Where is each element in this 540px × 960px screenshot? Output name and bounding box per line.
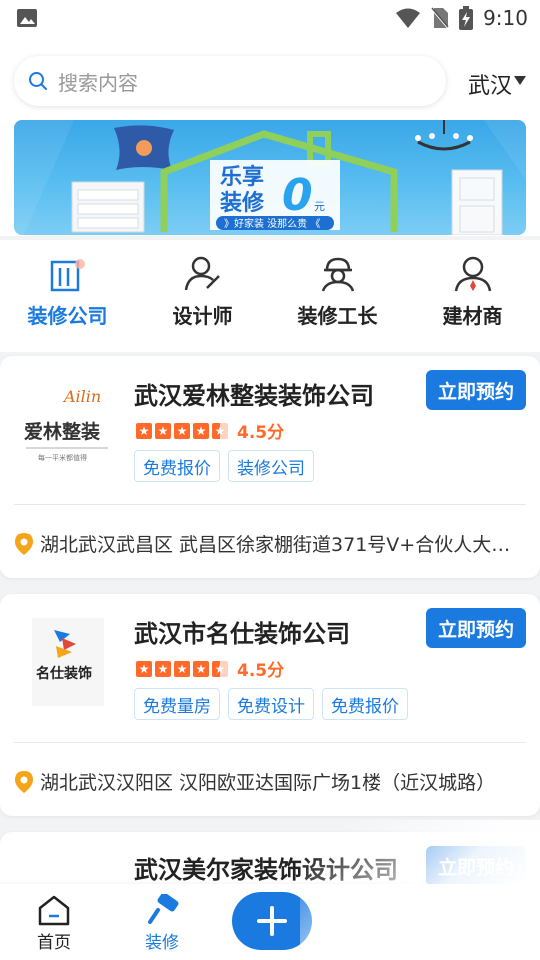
svg-text:装修: 装修 <box>220 190 265 216</box>
category-renovation-company[interactable]: 装修公司 <box>0 240 135 352</box>
door-graphic <box>451 169 503 235</box>
company-address[interactable]: 湖北武汉汉阳区 汉阳欧亚达国际广场1楼（近汉城路） <box>14 768 526 795</box>
promo-banner[interactable]: 乐享 装修 0 元 》好家装 没那么贵 《 <box>14 120 526 235</box>
company-card[interactable]: Ailin 爱林整装 每一平米都值得 武汉爱林整装装饰公司 立即预约 ★ ★ ★… <box>0 356 540 578</box>
svg-text:》好家装 没那么贵 《: 》好家装 没那么贵 《 <box>224 217 320 230</box>
battery-charging-icon <box>459 6 474 30</box>
divider <box>14 742 526 743</box>
status-bar: 9:10 <box>0 0 540 36</box>
nav-label: 装修 <box>145 933 179 953</box>
search-icon <box>29 72 47 90</box>
rating-score: 4.5分 <box>237 661 285 681</box>
svg-text:0: 0 <box>282 170 313 221</box>
city-name: 武汉 <box>468 74 513 99</box>
wifi-icon <box>396 8 421 28</box>
svg-text:爱林整装: 爱林整装 <box>24 420 100 443</box>
book-now-button[interactable]: 立即预约 <box>426 370 526 410</box>
category-label: 建材商 <box>442 304 503 328</box>
nav-label: 首页 <box>37 933 71 953</box>
star-icon: ★ <box>174 660 190 677</box>
book-now-button[interactable]: 立即预约 <box>426 846 526 886</box>
star-icon: ★ <box>193 660 209 677</box>
chandelier-graphic <box>415 120 473 151</box>
company-logo: 名仕装饰 <box>18 612 114 708</box>
building-icon <box>50 259 85 292</box>
no-sim-icon <box>431 7 449 29</box>
star-icon: ★ <box>136 660 152 677</box>
company-name[interactable]: 武汉爱林整装装饰公司 <box>134 376 374 411</box>
service-tag: 免费报价 <box>134 450 220 482</box>
banner-artwork: 乐享 装修 0 元 》好家装 没那么贵 《 <box>14 120 526 235</box>
location-pin-icon <box>15 770 33 793</box>
company-address[interactable]: 湖北武汉武昌区 武昌区徐家棚街道371号V+合伙人大… <box>14 530 526 557</box>
svg-text:名仕装饰: 名仕装饰 <box>36 665 92 682</box>
category-material-supplier[interactable]: 建材商 <box>405 240 540 352</box>
service-tag: 免费量房 <box>134 688 220 720</box>
divider <box>14 504 526 505</box>
company-logo: Ailin 爱林整装 每一平米都值得 <box>18 374 114 470</box>
rating-stars: ★ ★ ★ ★ ★ 4.5分 <box>136 656 284 681</box>
header: 搜索内容 武汉 乐享 装修 0 元 》好家装 没那么贵 《 <box>0 36 540 236</box>
svg-text:乐享: 乐享 <box>220 164 264 190</box>
tag-list: 免费量房 免费设计 免费报价 <box>134 688 408 720</box>
image-notification-icon <box>17 9 37 27</box>
company-name[interactable]: 武汉美尔家装饰设计公司 <box>134 850 398 885</box>
pillow-graphic <box>114 125 174 170</box>
category-foreman[interactable]: 装修工长 <box>270 240 405 352</box>
company-card[interactable]: 名仕装饰 武汉市名仕装饰公司 立即预约 ★ ★ ★ ★ ★ 4.5分 免费量房 … <box>0 594 540 816</box>
foreman-icon <box>321 257 354 292</box>
book-now-button[interactable]: 立即预约 <box>426 608 526 648</box>
paint-roller-icon <box>148 894 179 924</box>
caret-down-icon <box>514 75 527 85</box>
rating-score: 4.5分 <box>237 423 285 443</box>
dresser-graphic <box>71 181 145 233</box>
search-placeholder: 搜索内容 <box>58 70 138 95</box>
star-icon: ★ <box>193 422 209 439</box>
clock: 9:10 <box>483 6 528 30</box>
category-label: 装修公司 <box>27 304 108 328</box>
category-designer[interactable]: 设计师 <box>135 240 270 352</box>
add-button[interactable] <box>232 892 312 950</box>
svg-text:元: 元 <box>314 200 325 213</box>
tag-list: 免费报价 装修公司 <box>134 450 314 482</box>
plus-icon <box>257 906 287 936</box>
address-text: 湖北武汉武昌区 武昌区徐家棚街道371号V+合伙人大… <box>40 534 511 556</box>
company-name[interactable]: 武汉市名仕装饰公司 <box>134 614 350 649</box>
service-tag: 装修公司 <box>228 450 314 482</box>
star-icon: ★ <box>136 422 152 439</box>
rating-stars: ★ ★ ★ ★ ★ 4.5分 <box>136 418 284 443</box>
designer-icon <box>184 256 220 291</box>
service-tag: 免费报价 <box>322 688 408 720</box>
star-icon: ★ <box>155 660 171 677</box>
service-tag: 免费设计 <box>228 688 314 720</box>
category-nav: 装修公司 设计师 装修工长 建材商 <box>0 240 540 352</box>
search-input[interactable]: 搜索内容 <box>14 56 446 106</box>
half-star-icon: ★ <box>212 660 228 677</box>
city-selector[interactable]: 武汉 <box>468 68 527 100</box>
nav-home[interactable]: 首页 <box>14 894 94 953</box>
svg-text:每一平米都值得: 每一平米都值得 <box>38 453 87 462</box>
category-label: 装修工长 <box>297 304 378 328</box>
half-star-icon: ★ <box>212 422 228 439</box>
location-pin-icon <box>15 532 33 555</box>
address-text: 湖北武汉汉阳区 汉阳欧亚达国际广场1楼（近汉城路） <box>40 772 496 794</box>
supplier-icon <box>454 256 491 292</box>
svg-text:Ailin: Ailin <box>62 387 101 406</box>
nav-decorate[interactable]: 装修 <box>122 894 202 953</box>
star-icon: ★ <box>174 422 190 439</box>
home-icon <box>38 895 70 926</box>
category-label: 设计师 <box>172 304 233 328</box>
star-icon: ★ <box>155 422 171 439</box>
